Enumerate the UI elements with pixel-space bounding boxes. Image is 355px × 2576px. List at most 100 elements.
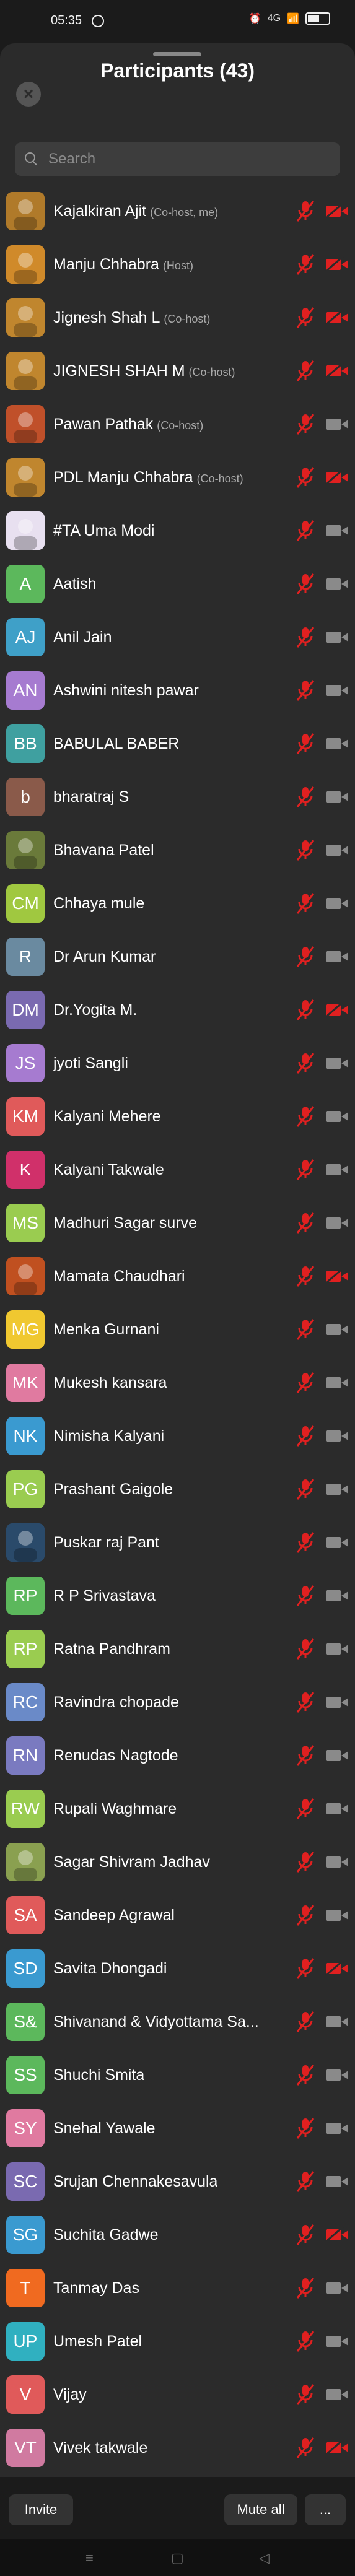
mic-muted-icon[interactable] — [295, 1583, 316, 1608]
participant-row[interactable]: Manju Chhabra (Host) — [0, 238, 355, 291]
camera-icon[interactable] — [325, 734, 349, 753]
mic-muted-icon[interactable] — [295, 1317, 316, 1342]
participant-row[interactable]: #TA Uma Modi — [0, 504, 355, 557]
camera-icon[interactable] — [325, 2066, 349, 2084]
search-bar[interactable] — [15, 142, 340, 176]
participant-row[interactable]: R Dr Arun Kumar — [0, 930, 355, 983]
mic-muted-icon[interactable] — [295, 1211, 316, 1235]
search-input[interactable] — [47, 150, 322, 168]
mic-muted-icon[interactable] — [295, 1051, 316, 1076]
participant-row[interactable]: Kajalkiran Ajit (Co-host, me) — [0, 185, 355, 238]
mic-muted-icon[interactable] — [295, 2169, 316, 2194]
camera-off-icon[interactable] — [325, 1267, 349, 1286]
mic-muted-icon[interactable] — [295, 1903, 316, 1928]
camera-icon[interactable] — [325, 575, 349, 593]
participant-row[interactable]: RW Rupali Waghmare — [0, 1782, 355, 1835]
participant-row[interactable]: PG Prashant Gaigole — [0, 1463, 355, 1516]
camera-icon[interactable] — [325, 1906, 349, 1925]
camera-icon[interactable] — [325, 1160, 349, 1179]
camera-off-icon[interactable] — [325, 468, 349, 487]
mic-muted-icon[interactable] — [295, 465, 316, 490]
mic-muted-icon[interactable] — [295, 1530, 316, 1555]
camera-icon[interactable] — [325, 894, 349, 913]
mic-muted-icon[interactable] — [295, 678, 316, 703]
camera-icon[interactable] — [325, 947, 349, 966]
mic-muted-icon[interactable] — [295, 838, 316, 863]
mic-muted-icon[interactable] — [295, 2382, 316, 2407]
camera-icon[interactable] — [325, 2279, 349, 2297]
camera-off-icon[interactable] — [325, 308, 349, 327]
camera-off-icon[interactable] — [325, 362, 349, 380]
camera-icon[interactable] — [325, 1214, 349, 1232]
participant-row[interactable]: BB BABULAL BABER — [0, 717, 355, 770]
participant-row[interactable]: PDL Manju Chhabra (Co-host) — [0, 451, 355, 504]
camera-icon[interactable] — [325, 1640, 349, 1658]
participant-row[interactable]: RP R P Srivastava — [0, 1569, 355, 1622]
participant-row[interactable]: MK Mukesh kansara — [0, 1356, 355, 1409]
participant-row[interactable]: Puskar raj Pant — [0, 1516, 355, 1569]
participant-row[interactable]: T Tanmay Das — [0, 2261, 355, 2315]
mic-muted-icon[interactable] — [295, 1743, 316, 1768]
mic-muted-icon[interactable] — [295, 891, 316, 916]
participant-row[interactable]: CM Chhaya mule — [0, 877, 355, 930]
camera-icon[interactable] — [325, 681, 349, 700]
mic-muted-icon[interactable] — [295, 1104, 316, 1129]
camera-icon[interactable] — [325, 1427, 349, 1445]
mic-muted-icon[interactable] — [295, 2222, 316, 2247]
camera-icon[interactable] — [325, 415, 349, 433]
camera-off-icon[interactable] — [325, 2439, 349, 2457]
participant-row[interactable]: A Aatish — [0, 557, 355, 611]
participant-row[interactable]: Pawan Pathak (Co-host) — [0, 398, 355, 451]
mic-muted-icon[interactable] — [295, 2435, 316, 2460]
participant-row[interactable]: K Kalyani Takwale — [0, 1143, 355, 1196]
camera-off-icon[interactable] — [325, 255, 349, 274]
participant-row[interactable]: SD Savita Dhongadi — [0, 1942, 355, 1995]
camera-off-icon[interactable] — [325, 1001, 349, 1019]
participant-row[interactable]: RP Ratna Pandhram — [0, 1622, 355, 1676]
mic-muted-icon[interactable] — [295, 1370, 316, 1395]
camera-icon[interactable] — [325, 841, 349, 859]
mic-muted-icon[interactable] — [295, 2063, 316, 2087]
mic-muted-icon[interactable] — [295, 518, 316, 543]
camera-icon[interactable] — [325, 2172, 349, 2191]
camera-icon[interactable] — [325, 1586, 349, 1605]
mic-muted-icon[interactable] — [295, 252, 316, 277]
mic-muted-icon[interactable] — [295, 1690, 316, 1715]
participant-row[interactable]: SY Snehal Yawale — [0, 2102, 355, 2155]
camera-icon[interactable] — [325, 521, 349, 540]
invite-button[interactable]: Invite — [9, 2494, 73, 2525]
mic-muted-icon[interactable] — [295, 305, 316, 330]
camera-icon[interactable] — [325, 1320, 349, 1339]
mic-muted-icon[interactable] — [295, 1424, 316, 1448]
mic-muted-icon[interactable] — [295, 625, 316, 650]
participant-row[interactable]: Bhavana Patel — [0, 824, 355, 877]
participant-row[interactable]: UP Umesh Patel — [0, 2315, 355, 2368]
participant-row[interactable]: MG Menka Gurnani — [0, 1303, 355, 1356]
more-options-button[interactable]: ... — [305, 2494, 346, 2525]
menu-icon[interactable]: ≡ — [85, 2550, 94, 2566]
camera-icon[interactable] — [325, 1054, 349, 1073]
mic-muted-icon[interactable] — [295, 1157, 316, 1182]
mic-muted-icon[interactable] — [295, 412, 316, 437]
participant-row[interactable]: RN Renudas Nagtode — [0, 1729, 355, 1782]
camera-icon[interactable] — [325, 1107, 349, 1126]
mic-muted-icon[interactable] — [295, 2009, 316, 2034]
participant-row[interactable]: SS Shuchi Smita — [0, 2048, 355, 2102]
camera-icon[interactable] — [325, 2012, 349, 2031]
participant-row[interactable]: V Vijay — [0, 2368, 355, 2421]
camera-icon[interactable] — [325, 1693, 349, 1712]
mic-muted-icon[interactable] — [295, 998, 316, 1022]
camera-off-icon[interactable] — [325, 2226, 349, 2244]
participant-row[interactable]: AJ Anil Jain — [0, 611, 355, 664]
mic-muted-icon[interactable] — [295, 199, 316, 224]
participant-row[interactable]: AN Ashwini nitesh pawar — [0, 664, 355, 717]
participant-row[interactable]: KM Kalyani Mehere — [0, 1090, 355, 1143]
camera-icon[interactable] — [325, 2119, 349, 2138]
mic-muted-icon[interactable] — [295, 1796, 316, 1821]
mic-muted-icon[interactable] — [295, 1637, 316, 1661]
camera-icon[interactable] — [325, 2385, 349, 2404]
mic-muted-icon[interactable] — [295, 2276, 316, 2300]
participant-row[interactable]: Mamata Chaudhari — [0, 1250, 355, 1303]
participant-row[interactable]: Jignesh Shah L (Co-host) — [0, 291, 355, 344]
camera-icon[interactable] — [325, 628, 349, 646]
